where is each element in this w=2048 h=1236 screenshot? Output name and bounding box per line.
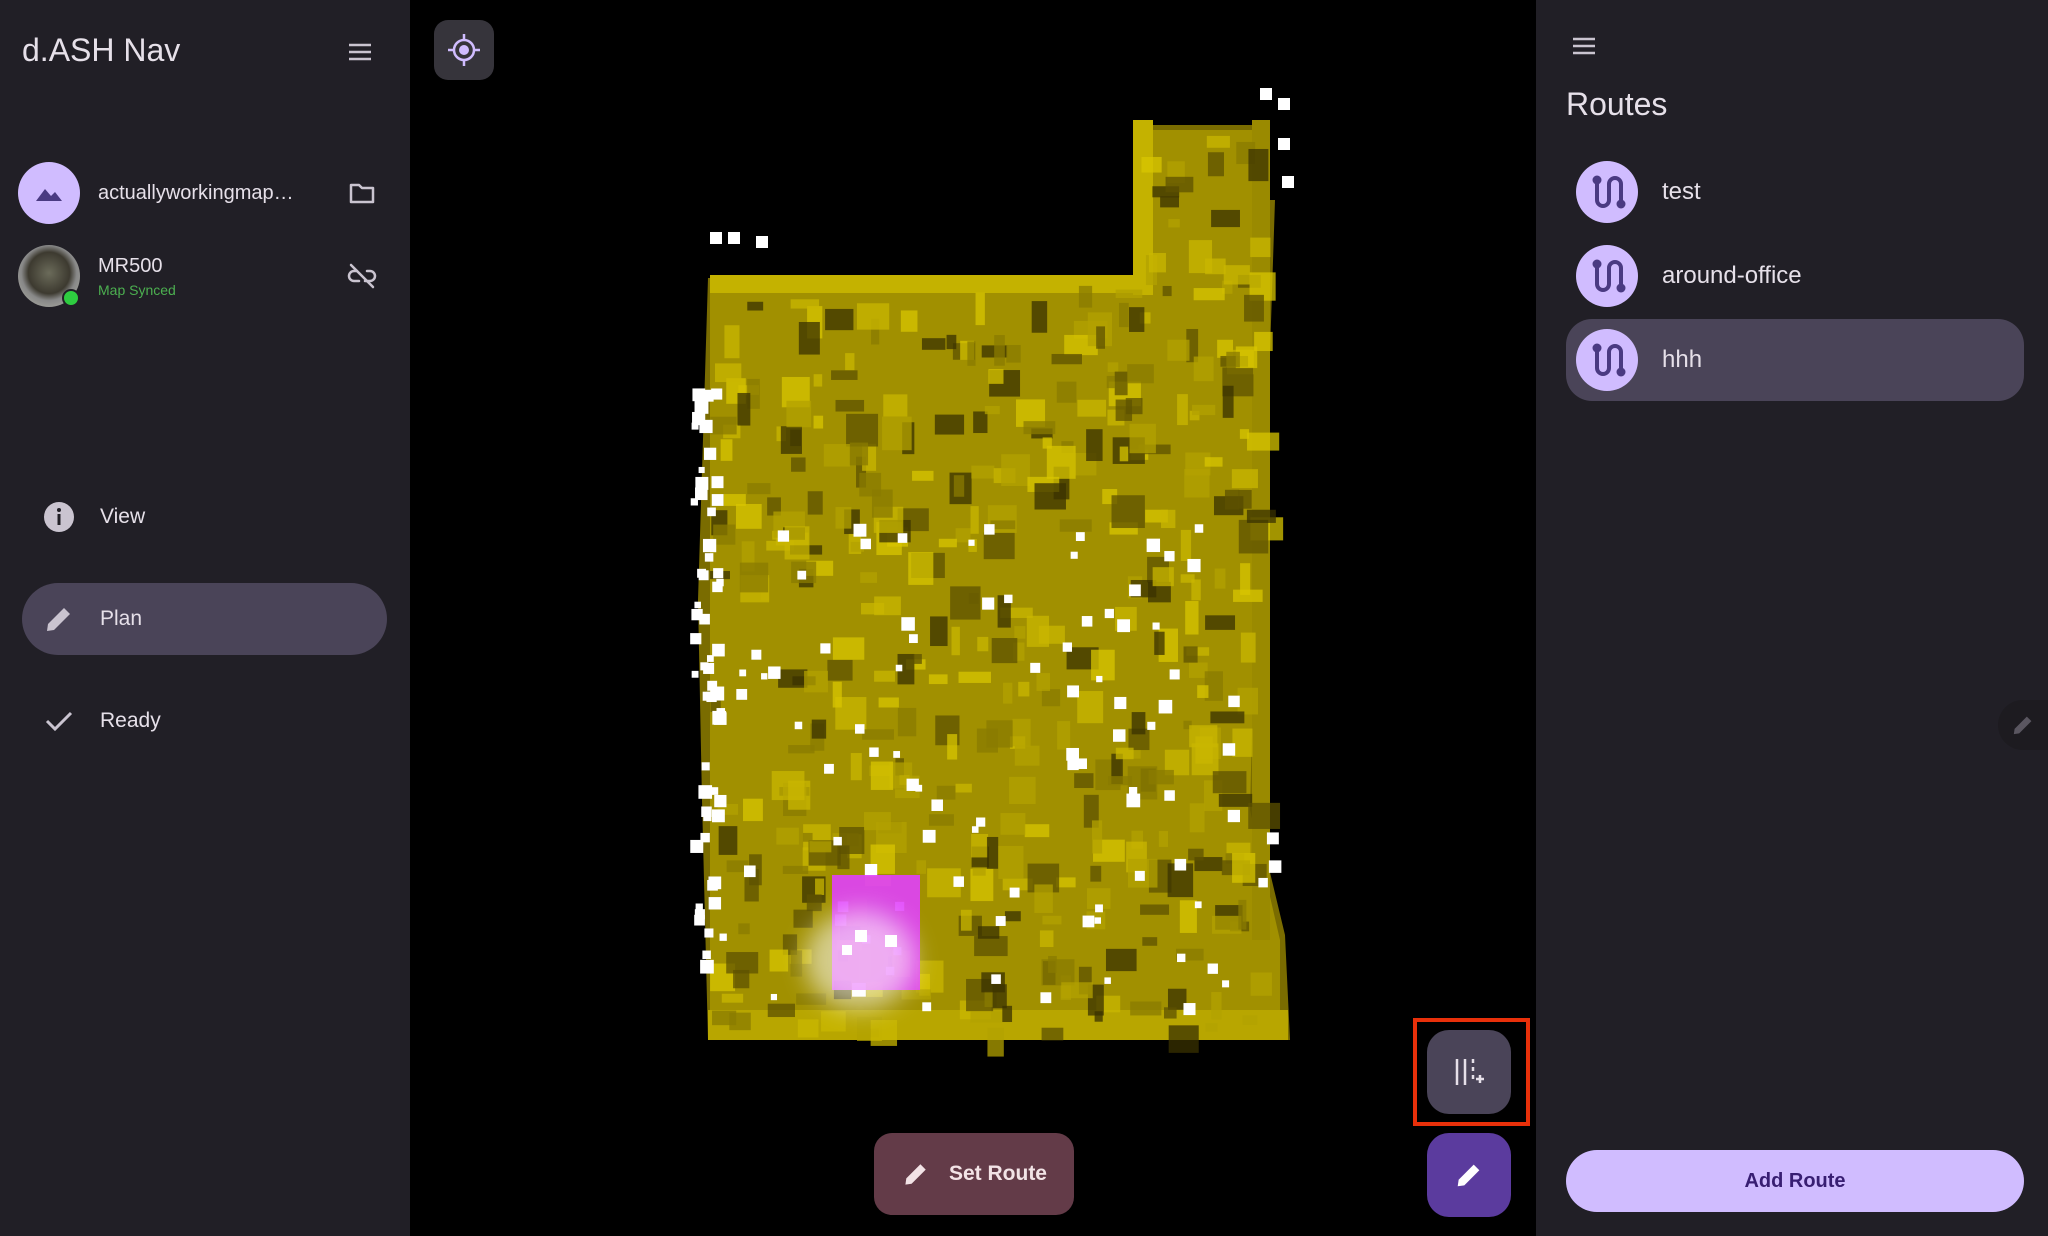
pencil-icon xyxy=(905,1164,926,1185)
pencil-icon xyxy=(1457,1164,1480,1187)
robot-avatar xyxy=(18,245,80,307)
robot-item[interactable]: MR500 Map Synced xyxy=(18,238,390,314)
highlight-box xyxy=(1413,1018,1530,1126)
mode-plan[interactable]: Plan xyxy=(22,583,387,655)
routes-title: Routes xyxy=(1566,86,1668,122)
add-route-label: Add Route xyxy=(1744,1169,1846,1192)
point-cloud-map xyxy=(690,88,1294,1057)
edit-fab[interactable] xyxy=(1427,1133,1511,1217)
route-label: around-office xyxy=(1662,262,1802,289)
mode-ready-label: Ready xyxy=(100,709,161,732)
route-icon xyxy=(1576,245,1638,307)
map-viewport[interactable]: Set Route xyxy=(410,0,1536,1236)
route-item-test[interactable]: test xyxy=(1566,151,2024,233)
map-item[interactable]: actuallyworkingmap… xyxy=(18,155,390,231)
locate-button[interactable] xyxy=(434,20,494,80)
menu-icon[interactable] xyxy=(340,32,380,72)
left-drawer: d.ASH Nav actuallyworkingmap… MR500 Map … xyxy=(0,0,410,1236)
set-route-label: Set Route xyxy=(948,1162,1047,1185)
pencil-icon xyxy=(47,608,70,631)
add-route-button[interactable]: Add Route xyxy=(1566,1150,2024,1212)
route-item-hhh[interactable]: hhh xyxy=(1566,319,2024,401)
map-mountain-icon xyxy=(18,162,80,224)
route-label: hhh xyxy=(1662,346,1703,373)
mode-view[interactable]: View xyxy=(22,481,387,553)
side-edit-handle[interactable] xyxy=(1998,700,2048,750)
app-title: d.ASH Nav xyxy=(22,32,181,68)
gps-crosshair-icon xyxy=(448,34,480,66)
check-icon xyxy=(45,711,73,732)
robot-name: MR500 xyxy=(98,254,163,277)
route-item-around-office[interactable]: around-office xyxy=(1566,235,2024,317)
folder-icon[interactable] xyxy=(342,173,382,213)
menu-icon[interactable] xyxy=(1564,26,1604,66)
pencil-icon xyxy=(2013,716,2032,735)
route-label: test xyxy=(1662,178,1701,205)
mode-plan-label: Plan xyxy=(100,607,143,630)
online-status-dot xyxy=(62,289,80,307)
routes-panel: Routes test around-office hhh Add Route xyxy=(1536,0,2048,1236)
info-icon xyxy=(44,502,74,532)
link-off-icon[interactable] xyxy=(342,256,382,296)
mode-ready[interactable]: Ready xyxy=(22,685,387,757)
map-name: actuallyworkingmap… xyxy=(98,181,294,204)
set-route-button[interactable]: Set Route xyxy=(874,1133,1074,1215)
route-icon xyxy=(1576,161,1638,223)
mode-view-label: View xyxy=(100,505,146,528)
robot-status: Map Synced xyxy=(98,281,176,298)
route-icon xyxy=(1576,329,1638,391)
